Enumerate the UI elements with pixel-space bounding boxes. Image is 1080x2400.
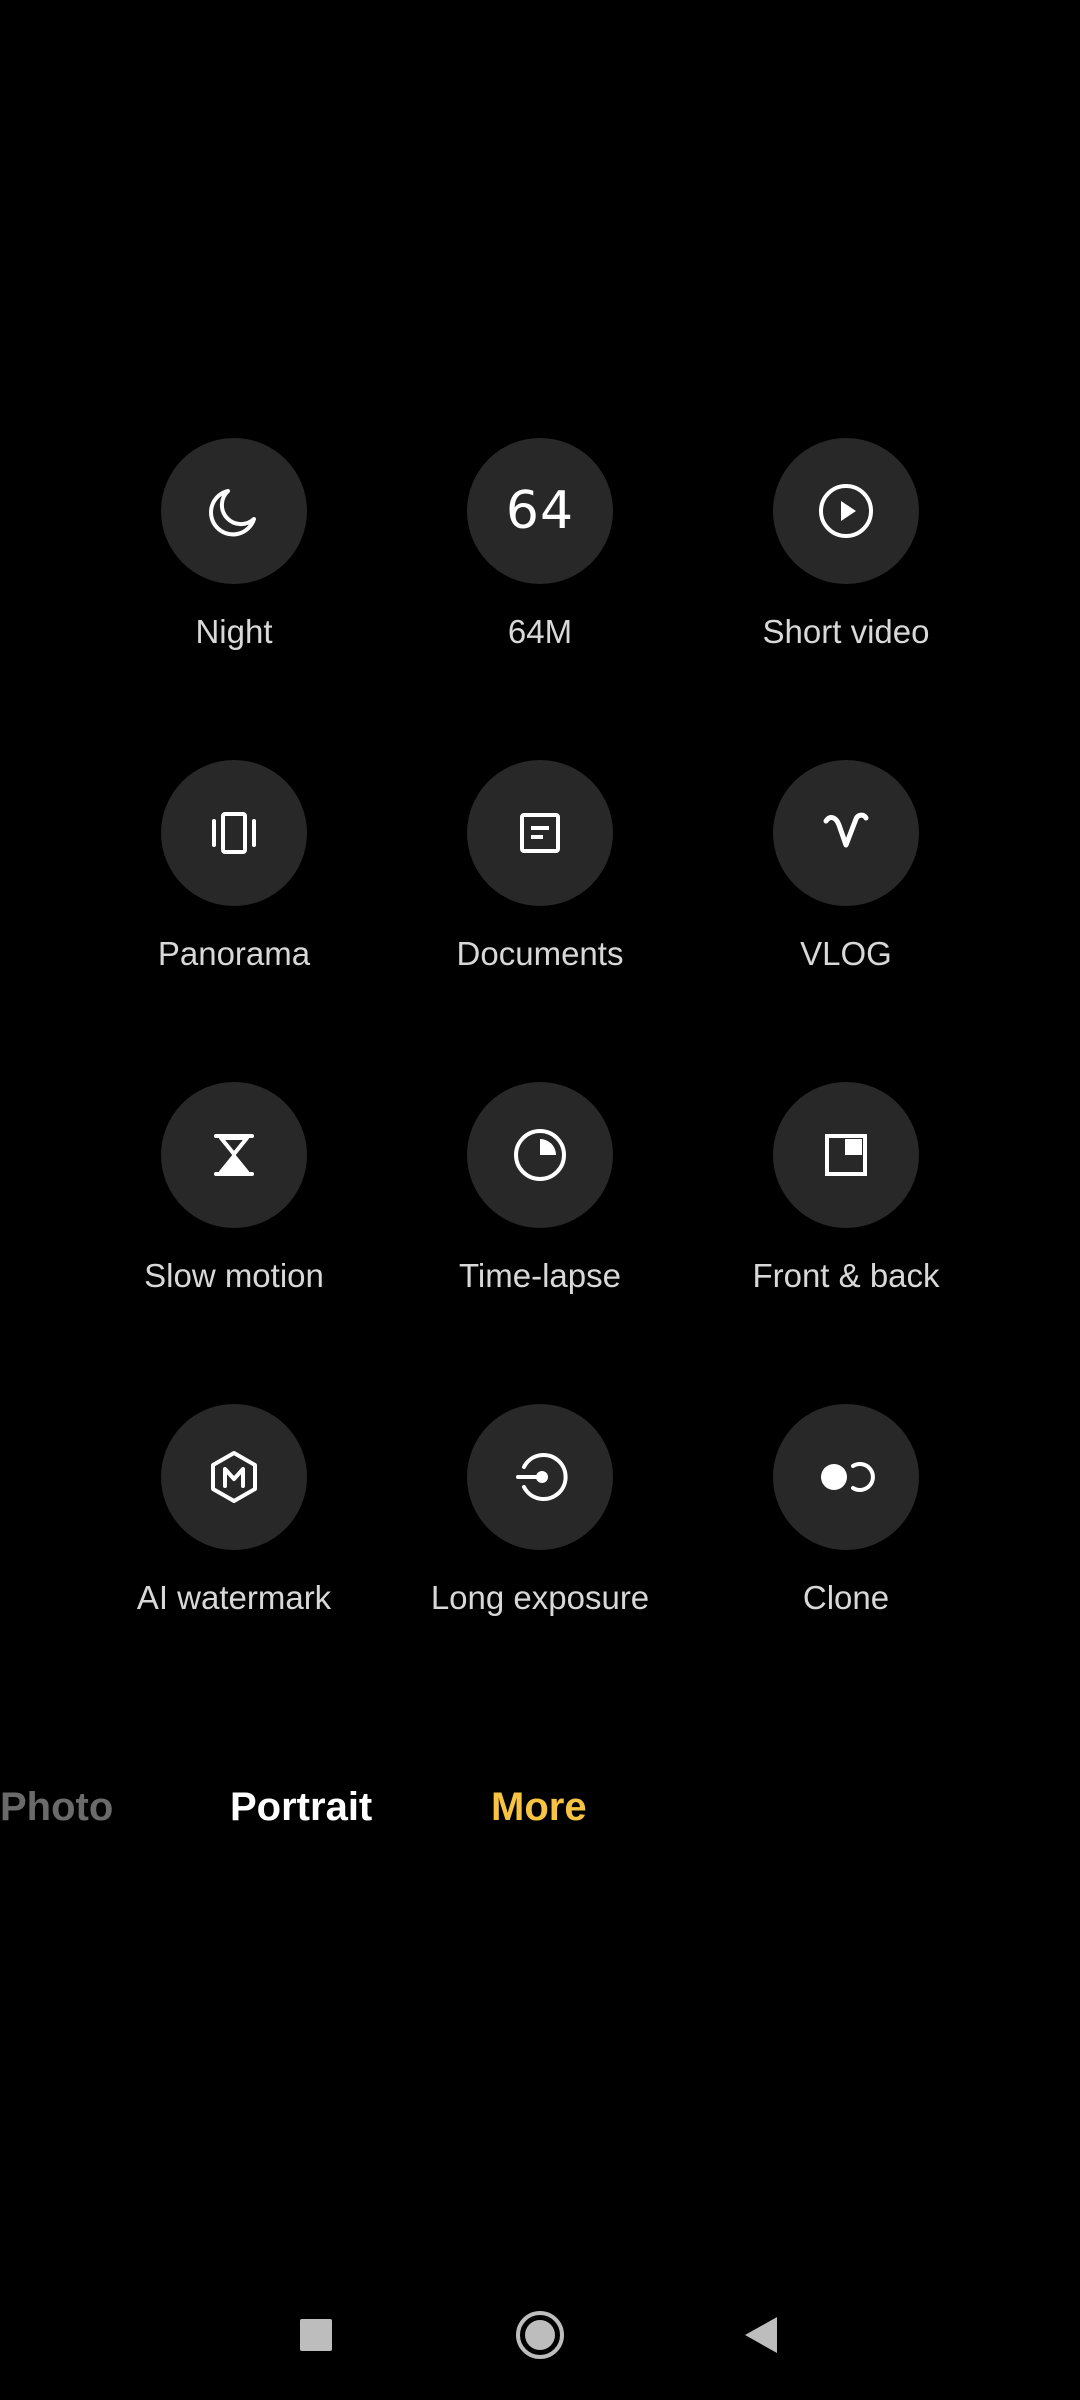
mode-vlog[interactable]: VLOG (696, 760, 996, 1010)
mode-front-back[interactable]: Front & back (696, 1082, 996, 1332)
mode-ai-watermark-button[interactable] (161, 1404, 307, 1550)
mode-night-button[interactable] (161, 438, 307, 584)
back-button[interactable] (716, 2290, 806, 2380)
mode-label: Time-lapse (459, 1257, 621, 1294)
mode-64m[interactable]: 64 64M (390, 438, 690, 688)
mode-label: Panorama (157, 935, 311, 972)
mode-label: Documents (456, 935, 624, 972)
mode-label: 64M (507, 613, 573, 650)
tab-more[interactable]: More (491, 1775, 587, 1839)
home-button[interactable] (495, 2290, 585, 2380)
vlog-icon (823, 812, 869, 848)
play-circle-icon (819, 484, 873, 538)
mode-long-exposure[interactable]: Long exposure (390, 1404, 690, 1654)
mode-clone[interactable]: Clone (696, 1404, 996, 1654)
panorama-icon (212, 812, 256, 854)
tab-portrait[interactable]: Portrait (230, 1775, 372, 1839)
clone-icon (821, 1462, 875, 1492)
mode-64m-button[interactable]: 64 (467, 438, 613, 584)
camera-mode-tabs: Photo Portrait More (0, 1775, 1080, 1839)
tab-photo[interactable]: Photo (0, 1775, 113, 1839)
mode-night[interactable]: Night (84, 438, 384, 688)
mode-panorama[interactable]: Panorama (84, 760, 384, 1010)
mode-label: Front & back (752, 1257, 940, 1294)
triangle-back-icon (745, 2317, 777, 2353)
mode-label: VLOG (800, 935, 892, 972)
mode-clone-button[interactable] (773, 1404, 919, 1550)
circle-icon (516, 2311, 564, 2359)
mode-slow-motion[interactable]: Slow motion (84, 1082, 384, 1332)
mode-label: Clone (802, 1579, 890, 1616)
hourglass-icon (214, 1134, 254, 1176)
64m-icon: 64 (505, 481, 575, 541)
mode-ai-watermark[interactable]: AI watermark (84, 1404, 384, 1654)
mode-time-lapse[interactable]: Time-lapse (390, 1082, 690, 1332)
front-back-icon (825, 1134, 867, 1176)
long-exposure-icon (516, 1453, 568, 1501)
mode-label: Short video (762, 613, 930, 650)
mode-front-back-button[interactable] (773, 1082, 919, 1228)
watermark-hexagon-icon (211, 1451, 257, 1503)
mode-documents[interactable]: Documents (390, 760, 690, 1010)
mode-long-exposure-button[interactable] (467, 1404, 613, 1550)
mode-panorama-button[interactable] (161, 760, 307, 906)
mode-short-video-button[interactable] (773, 438, 919, 584)
mode-label: Night (195, 613, 273, 650)
mode-short-video[interactable]: Short video (696, 438, 996, 688)
mode-label: Long exposure (430, 1579, 650, 1616)
mode-vlog-button[interactable] (773, 760, 919, 906)
mode-label: Slow motion (144, 1257, 324, 1294)
timelapse-icon (514, 1129, 566, 1181)
square-icon (300, 2319, 332, 2351)
document-icon (520, 813, 560, 853)
mode-documents-button[interactable] (467, 760, 613, 906)
moon-icon (209, 489, 256, 537)
camera-more-modes-screen: Night 64 64M Short video Panorama Docume… (0, 0, 1080, 2400)
mode-slow-motion-button[interactable] (161, 1082, 307, 1228)
recents-button[interactable] (271, 2290, 361, 2380)
navigation-bar (0, 2290, 1080, 2380)
mode-label: AI watermark (136, 1579, 332, 1616)
mode-time-lapse-button[interactable] (467, 1082, 613, 1228)
